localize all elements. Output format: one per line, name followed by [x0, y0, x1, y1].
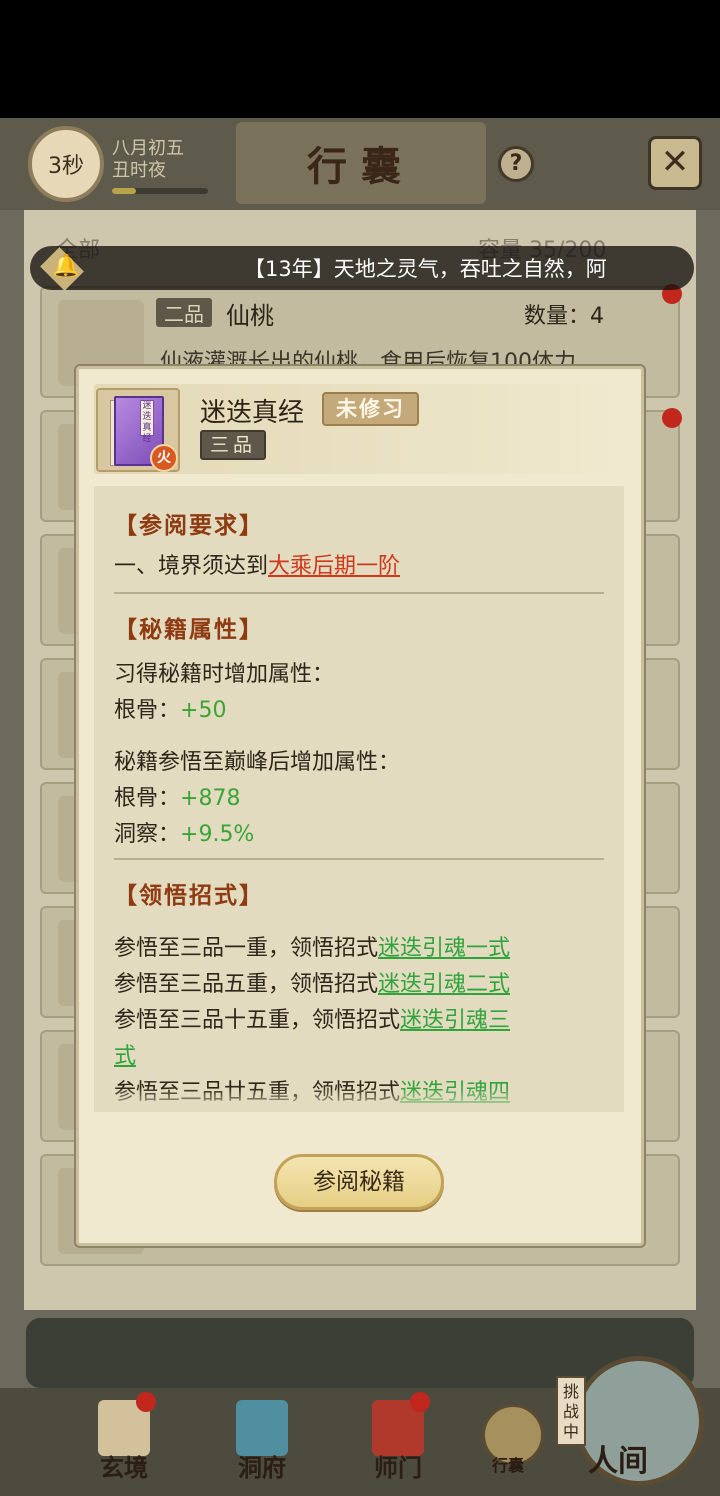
date-line-1: 八月初五 [112, 138, 184, 159]
timer-text: 3秒 [48, 154, 84, 179]
bell-icon: 🔔 [52, 254, 80, 279]
page-title: 行囊 [307, 143, 415, 190]
notification-dot [136, 1392, 156, 1412]
peak-stat-line-1: 根骨：+878 [114, 780, 240, 812]
item-quantity: 数量：4 [524, 304, 604, 329]
stat-value: +9.5% [180, 822, 255, 847]
move-prefix: 参悟至三品五重，领悟招式 [114, 972, 379, 997]
section-title-attributes: 【秘籍属性】 [114, 616, 264, 643]
realm-link[interactable]: 大乘后期一阶 [268, 554, 400, 579]
divider [114, 858, 604, 860]
game-date: 八月初五 丑时夜 [112, 138, 184, 182]
move-line-3: 参悟至三品十五重，领悟招式迷迭引魂三 [114, 1002, 510, 1034]
notice-text: 【13年】天地之灵气，吞吐之自然，阿 [244, 257, 607, 281]
scroll-fade [94, 1088, 624, 1112]
peak-stat-line-2: 洞察：+9.5% [114, 816, 254, 848]
book-name: 迷迭真经 [200, 398, 305, 428]
nav-label: 洞府 [238, 1453, 286, 1482]
status-badge: 未修习 [322, 392, 419, 426]
nav-label: 玄境 [100, 1453, 148, 1482]
notification-dot [662, 408, 682, 428]
stat-label: 根骨： [114, 786, 181, 811]
move-line-1: 参悟至三品一重，领悟招式迷迭引魂一式 [114, 930, 510, 962]
timer-badge[interactable]: 3秒 [28, 126, 104, 202]
divider [114, 592, 604, 594]
move-link[interactable]: 迷迭引魂一式 [378, 936, 510, 961]
learn-stat-line: 根骨：+50 [114, 692, 226, 724]
stat-label: 洞察： [114, 822, 181, 847]
stat-value: +878 [180, 786, 241, 811]
move-line-3-wrap: 式 [114, 1038, 136, 1070]
page-title-plate: 行囊 [236, 122, 486, 204]
challenge-tag: 挑战中 [556, 1376, 586, 1446]
stat-value: +50 [180, 698, 227, 723]
notification-dot [410, 1392, 430, 1412]
requirement-prefix: 一、境界须达到 [114, 554, 269, 579]
nav-item-dongfu[interactable]: 洞府 [214, 1400, 310, 1490]
requirement-line: 一、境界须达到大乘后期一阶 [114, 548, 400, 580]
read-book-button[interactable]: 参阅秘籍 [274, 1154, 444, 1210]
item-grade-badge: 二品 [156, 298, 212, 327]
move-link[interactable]: 式 [114, 1044, 136, 1069]
move-link[interactable]: 迷迭引魂三 [400, 1008, 510, 1033]
nav-item-xuanjing[interactable]: 玄境 [76, 1392, 172, 1490]
section-title-requirement: 【参阅要求】 [114, 512, 264, 539]
bag-nav-label: 行囊 [492, 1456, 525, 1475]
game-screen: 3秒 八月初五 丑时夜 行囊 ? ✕ 全部 容量 35/200 二品 仙桃 数量… [0, 0, 720, 1496]
move-prefix: 参悟至三品一重，领悟招式 [114, 936, 379, 961]
book-cover-label: 迷迭真经 [140, 400, 154, 444]
time-progress-bar [112, 188, 208, 194]
move-link[interactable]: 迷迭引魂二式 [378, 972, 510, 997]
nav-label: 师门 [374, 1453, 422, 1482]
nav-item-shimen[interactable]: 师门 [350, 1392, 446, 1490]
learn-attr-label: 习得秘籍时增加属性： [114, 662, 335, 687]
section-title-moves: 【领悟招式】 [114, 882, 264, 909]
peak-attr-label: 秘籍参悟至巅峰后增加属性： [114, 750, 401, 775]
fire-element-icon: 火 [150, 444, 178, 472]
world-label: 人间 [588, 1444, 648, 1479]
date-line-2: 丑时夜 [112, 160, 166, 181]
item-name: 仙桃 [226, 302, 274, 330]
question-icon[interactable]: ? [498, 146, 534, 182]
move-line-2: 参悟至三品五重，领悟招式迷迭引魂二式 [114, 966, 510, 998]
grade-badge: 三品 [200, 430, 267, 460]
close-icon[interactable]: ✕ [648, 136, 702, 190]
move-prefix: 参悟至三品十五重，领悟招式 [114, 1008, 401, 1033]
stat-label: 根骨： [114, 698, 181, 723]
